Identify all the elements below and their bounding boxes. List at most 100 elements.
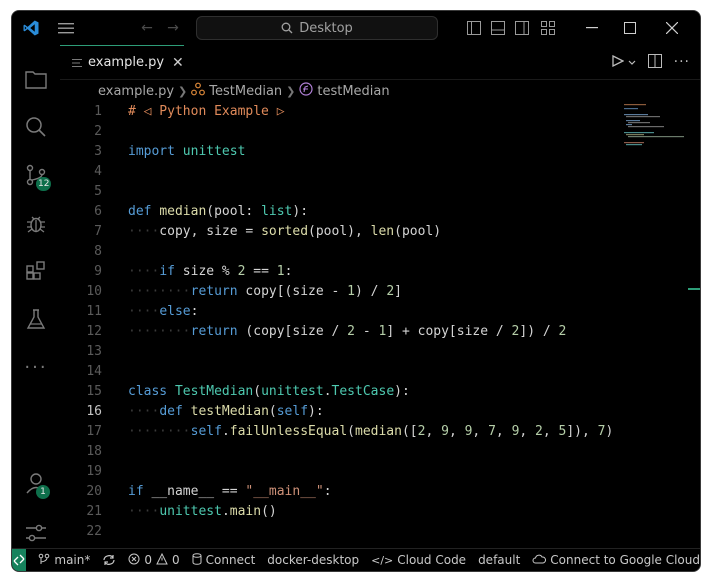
code-line[interactable]: 2 (60, 122, 620, 142)
tab-label: example.py (88, 55, 165, 70)
line-number: 16 (86, 404, 102, 419)
line-number: 13 (86, 344, 102, 359)
code-text: return copy[(size - 1) / 2] (190, 284, 402, 299)
code-text: # ◁ Python Example ▷ (128, 104, 285, 119)
minimap[interactable] (622, 104, 686, 152)
line-number: 10 (86, 284, 102, 299)
code-line[interactable]: 14 (60, 362, 620, 382)
code-line[interactable]: 10 ···· ···· return copy[(size - 1) / 2] (60, 282, 620, 302)
toggle-primary-sidebar-icon[interactable] (464, 11, 484, 45)
code-text: self.failUnlessEqual(median([2, 9, 9, 7,… (190, 424, 614, 439)
code-line[interactable]: 3 import unittest (60, 142, 620, 162)
chevron-right-icon: ❯ (178, 84, 188, 98)
line-number: 8 (94, 244, 102, 259)
close-window-icon[interactable] (658, 11, 686, 45)
sync-icon[interactable] (102, 554, 116, 566)
code-line[interactable]: 19 (60, 462, 620, 482)
breadcrumb-method[interactable]: testMedian (317, 84, 389, 99)
more-actions-icon[interactable]: ··· (674, 54, 690, 70)
line-number: 5 (94, 184, 102, 199)
symbol-method-icon (299, 82, 313, 100)
warning-count: 0 (172, 553, 180, 567)
activity-bar: 12 ··· 1 (12, 45, 60, 549)
line-number: 6 (94, 204, 102, 219)
warning-icon (156, 552, 168, 568)
title-bar: ← → Desktop (12, 11, 700, 45)
connect-status[interactable]: Connect (192, 552, 256, 568)
line-number: 22 (86, 524, 102, 539)
toggle-secondary-sidebar-icon[interactable] (512, 11, 532, 45)
account-icon[interactable]: 1 (12, 463, 60, 503)
code-line[interactable]: 7 ···· copy, size = sorted(pool), len(poo… (60, 222, 620, 242)
minimize-icon[interactable] (578, 11, 606, 45)
explorer-icon[interactable] (12, 59, 60, 99)
code-text: if size % 2 == 1: (159, 264, 293, 279)
code-text: class TestMedian(unittest.TestCase): (128, 384, 410, 399)
google-cloud-status[interactable]: Connect to Google Cloud (532, 553, 700, 567)
code-line[interactable]: 18 (60, 442, 620, 462)
arrow-right-icon[interactable]: → (162, 11, 184, 45)
code-line[interactable]: 21 ···· unittest.main() (60, 502, 620, 522)
line-number: 3 (94, 144, 102, 159)
search-icon[interactable] (12, 107, 60, 147)
breadcrumb-class[interactable]: TestMedian (209, 84, 282, 99)
code-line[interactable]: 13 (60, 342, 620, 362)
ellipsis-icon[interactable]: ··· (12, 347, 60, 387)
git-branch-icon (38, 553, 50, 568)
code-editor[interactable]: 1 # ◁ Python Example ▷ 2 3 import unittest 4 5… (60, 102, 700, 549)
line-number: 14 (86, 364, 102, 379)
code-line[interactable]: 4 (60, 162, 620, 182)
code-line[interactable]: 15 class TestMedian(unittest.TestCase): (60, 382, 620, 402)
split-editor-icon[interactable] (647, 53, 662, 71)
line-number: 4 (94, 164, 102, 179)
code-line[interactable]: 17 ···· ···· self.failUnlessEqual(median([… (60, 422, 620, 442)
close-icon[interactable]: ✕ (172, 55, 184, 71)
vscode-logo-icon (20, 11, 42, 45)
tab-example-py[interactable]: example.py ✕ (60, 45, 184, 79)
breadcrumb: example.py ❯ TestMedian ❯ testMedian (60, 80, 700, 102)
maximize-icon[interactable] (616, 11, 644, 45)
code-text: unittest.main() (159, 504, 277, 519)
cloud-code-status[interactable]: </> Cloud Code (371, 553, 466, 567)
google-cloud-label: Connect to Google Cloud (550, 553, 700, 567)
toggle-panel-icon[interactable] (488, 11, 508, 45)
database-icon (192, 552, 202, 568)
code-line[interactable]: 1 # ◁ Python Example ▷ (60, 102, 620, 122)
default-profile[interactable]: default (478, 553, 520, 567)
line-number: 20 (86, 484, 102, 499)
status-bar: main* 0 0 Connect docker-desktop </> Clo… (12, 548, 700, 571)
customize-layout-icon[interactable] (538, 11, 558, 45)
code-line[interactable]: 8 (60, 242, 620, 262)
breadcrumb-file[interactable]: example.py (98, 84, 174, 99)
menu-icon[interactable] (52, 11, 80, 45)
source-control-icon[interactable]: 12 (12, 155, 60, 195)
connect-label: Connect (205, 553, 256, 567)
code-line[interactable]: 6 def median(pool: list): (60, 202, 620, 222)
beaker-icon[interactable] (12, 299, 60, 339)
bug-icon[interactable] (12, 203, 60, 243)
settings-sliders-icon[interactable] (12, 513, 60, 553)
remote-indicator-icon[interactable] (12, 549, 27, 571)
code-line[interactable]: 11 ···· else: (60, 302, 620, 322)
error-icon (128, 553, 140, 568)
code-line[interactable]: 5 (60, 182, 620, 202)
line-number: 18 (86, 444, 102, 459)
code-line[interactable]: 16 ···· def testMedian(self): (60, 402, 620, 422)
extensions-icon[interactable] (12, 251, 60, 291)
docker-context[interactable]: docker-desktop (267, 553, 359, 567)
code-line[interactable]: 9 ···· if size % 2 == 1: (60, 262, 620, 282)
code-line[interactable]: 12 ···· ···· return (copy[size / 2 - 1] + … (60, 322, 620, 342)
command-center-search[interactable]: Desktop (196, 16, 438, 40)
symbol-class-icon (191, 82, 206, 100)
arrow-left-icon[interactable]: ← (136, 11, 158, 45)
scrollbar-indicator[interactable] (688, 288, 700, 290)
code-line[interactable]: 20 if __name__ == "__main__": (60, 482, 620, 502)
problems-status[interactable]: 0 0 (128, 552, 180, 568)
chevron-down-icon[interactable] (628, 55, 636, 69)
branch-status[interactable]: main* (38, 553, 90, 568)
code-line[interactable]: 22 (60, 522, 620, 542)
code-text: import unittest (128, 144, 246, 159)
run-icon[interactable] (611, 54, 625, 70)
line-number: 12 (86, 324, 102, 339)
tab-bar: example.py ✕ ··· (60, 45, 700, 80)
